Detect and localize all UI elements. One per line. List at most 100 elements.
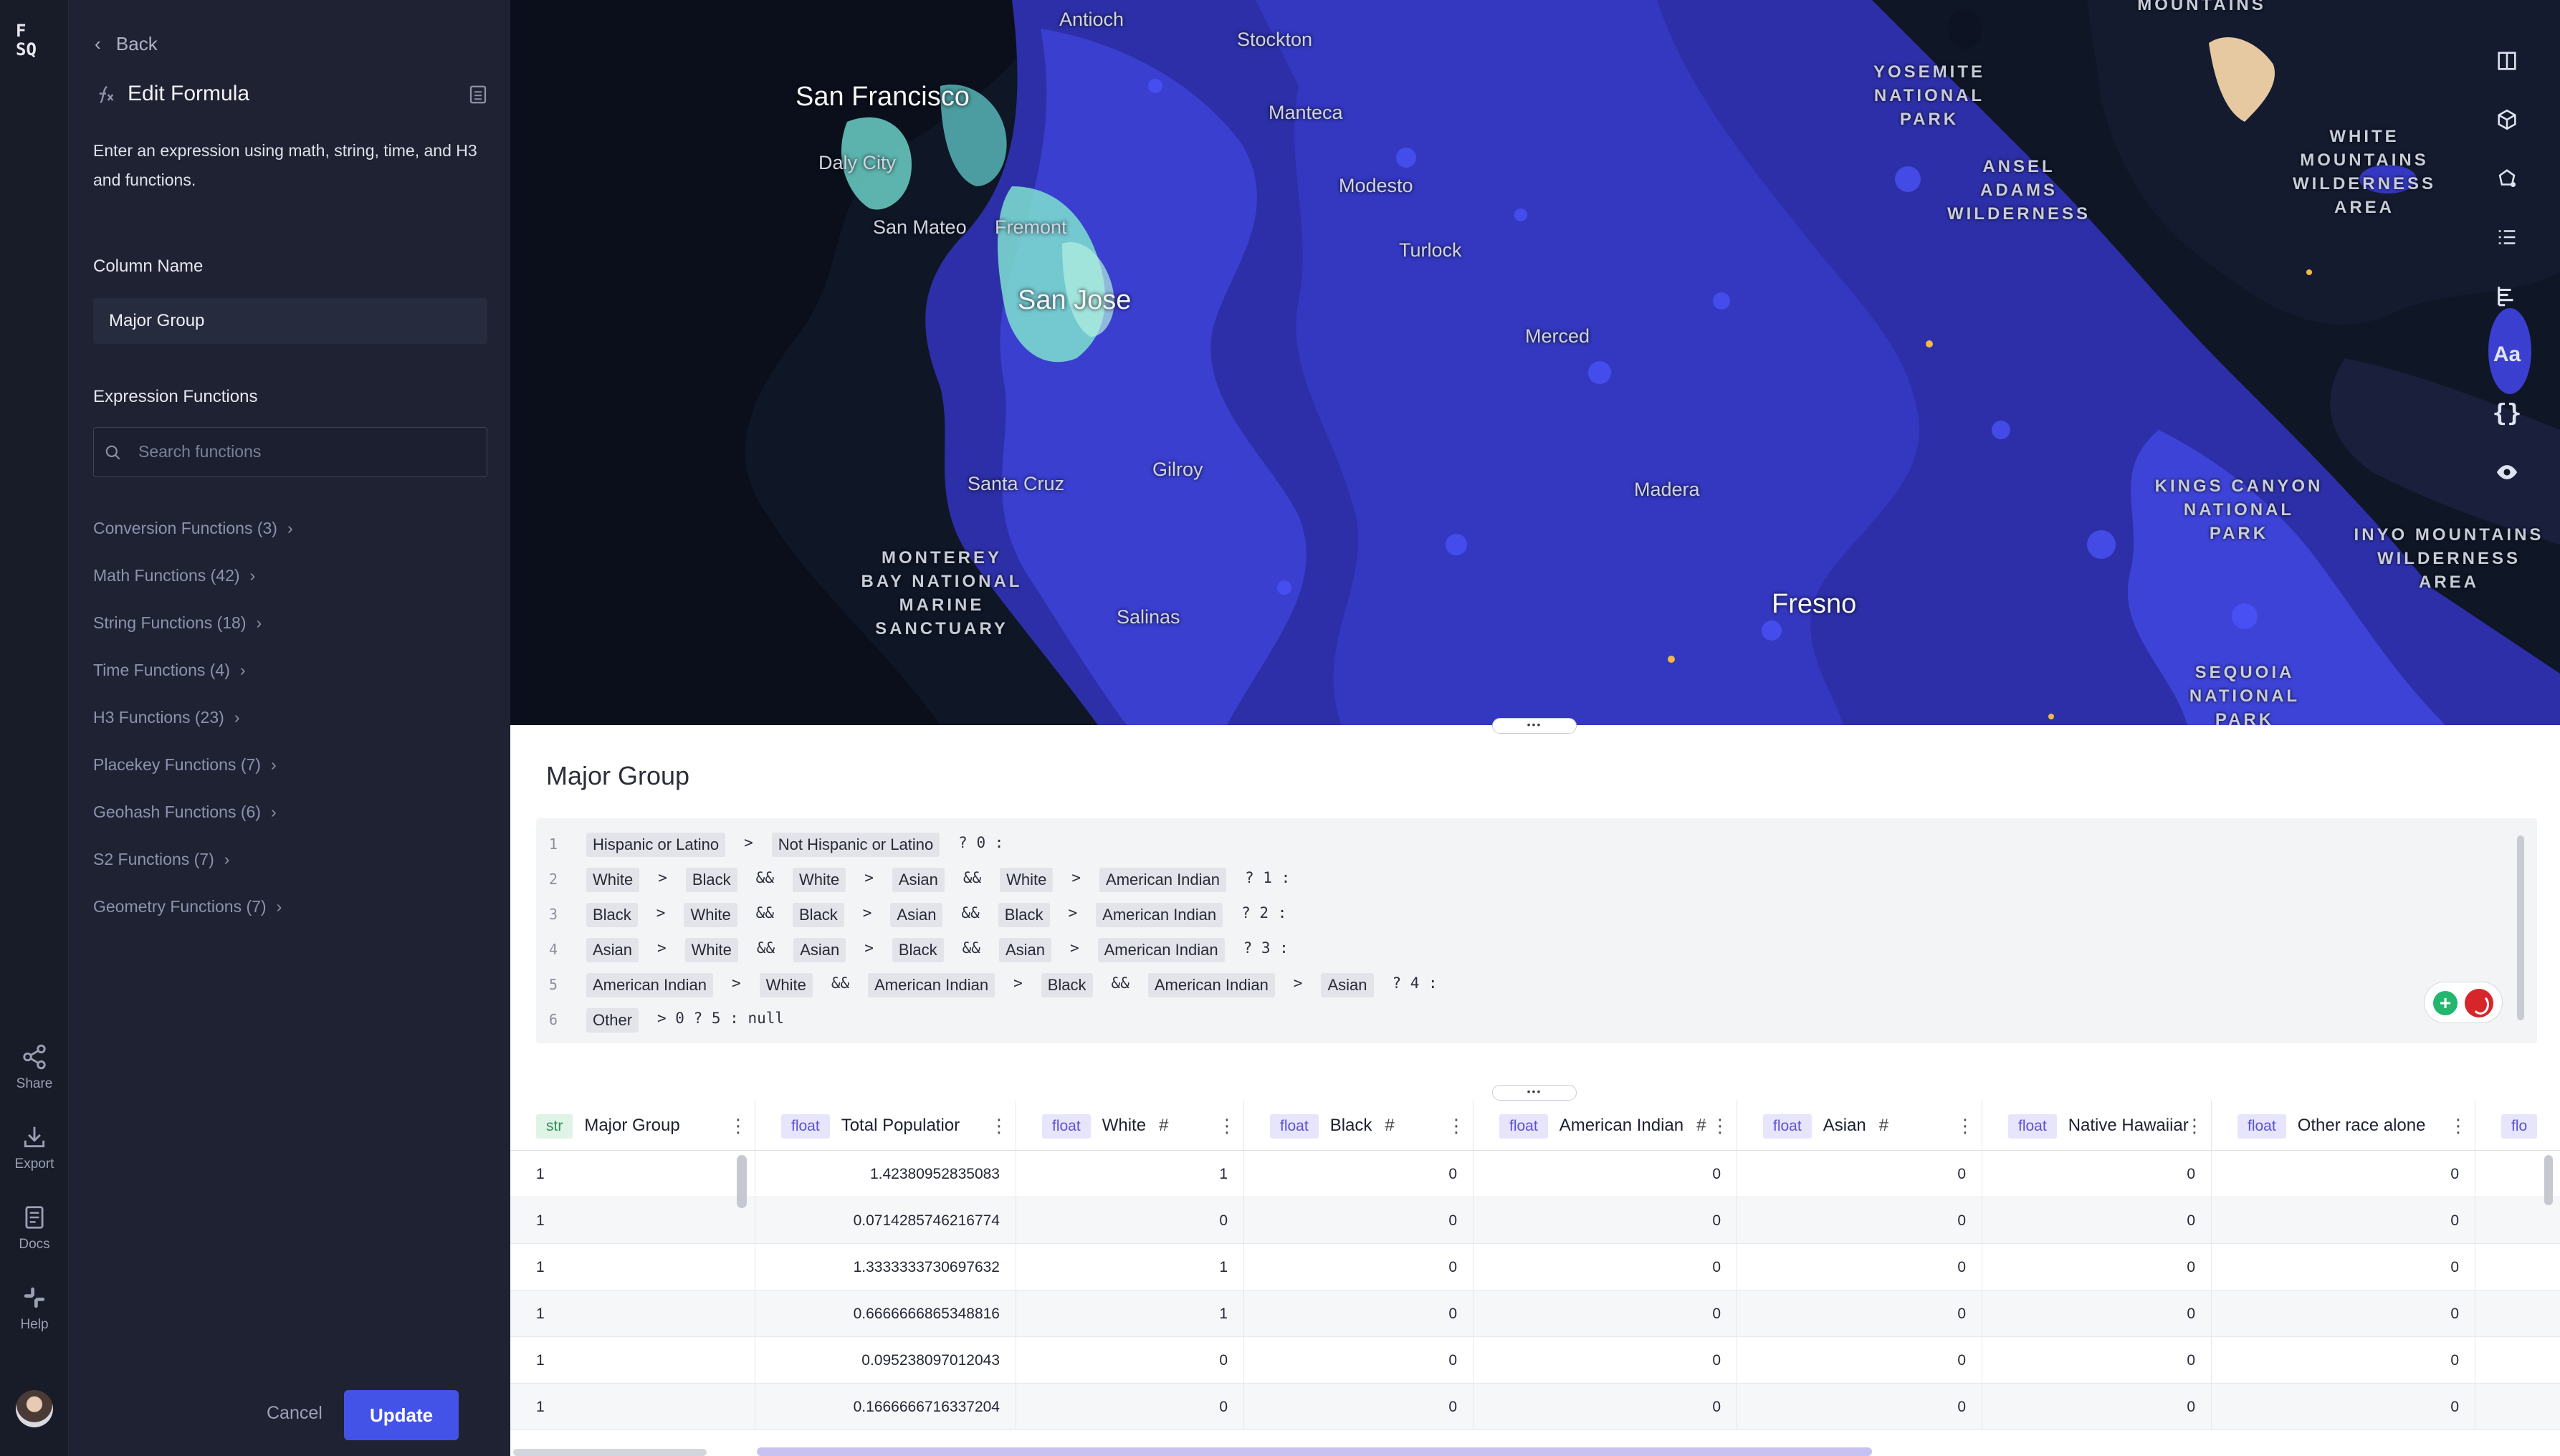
table-cell[interactable]: 1 <box>510 1337 755 1384</box>
cancel-button[interactable]: Cancel <box>267 1403 323 1424</box>
formula-code-editor[interactable]: 1 Hispanic or Latino > Not Hispanic or Lati… <box>536 818 2537 1043</box>
table-cell[interactable]: 0 <box>1737 1290 1982 1337</box>
table-horizontal-scrollbar-left[interactable] <box>513 1449 707 1456</box>
column-header[interactable]: str Major Group ⋮ <box>510 1101 755 1151</box>
column-reference-chip[interactable]: American Indian <box>1097 938 1225 962</box>
table-horizontal-scrollbar[interactable] <box>757 1447 1872 1456</box>
table-cell[interactable]: 0 <box>1982 1151 2212 1197</box>
map-view[interactable]: San Francisco San Jose Fresno Antioch St… <box>510 0 2560 725</box>
column-name-input[interactable]: Major Group <box>93 298 487 344</box>
column-reference-chip[interactable]: Black <box>1041 973 1093 997</box>
table-cell[interactable]: 0 <box>1737 1244 1982 1290</box>
table-cell[interactable]: 0 <box>1244 1151 1474 1197</box>
table-cell[interactable]: 0.095238097012043 <box>755 1337 1016 1384</box>
add-icon[interactable]: + <box>2433 991 2458 1015</box>
table-cell[interactable]: 0 <box>1474 1197 1737 1244</box>
table-cell[interactable]: 0 <box>1244 1384 1474 1430</box>
table-cell[interactable]: 0 <box>1016 1384 1244 1430</box>
table-cell[interactable]: 0 <box>1982 1244 2212 1290</box>
column-reference-chip[interactable]: White <box>586 868 640 892</box>
table-row[interactable]: 1 1.42380952835083 1 0 0 0 0 0 <box>510 1151 2560 1197</box>
code-line[interactable]: 4 Asian > White && Asian > Black && Asian > America… <box>536 934 2471 962</box>
table-cell[interactable]: 0.1666666716337204 <box>755 1384 1016 1430</box>
column-menu-icon[interactable]: ⋮ <box>2449 1101 2468 1151</box>
column-reference-chip[interactable]: Asian <box>892 868 945 892</box>
function-category[interactable]: S2 Functions (7) › <box>93 850 229 869</box>
function-category[interactable]: Math Functions (42) › <box>93 566 255 585</box>
column-header[interactable]: float Other race alone ⋮ <box>2212 1101 2475 1151</box>
column-header[interactable]: float Black # ⋮ <box>1244 1101 1474 1151</box>
table-row[interactable]: 1 0.0714285746216774 0 0 0 0 0 0 <box>510 1197 2560 1244</box>
function-category[interactable]: Time Functions (4) › <box>93 661 246 680</box>
table-row[interactable]: 1 0.095238097012043 0 0 0 0 0 0 <box>510 1337 2560 1384</box>
table-cell[interactable]: 1 <box>1016 1290 1244 1337</box>
user-avatar[interactable] <box>16 1390 53 1427</box>
code-line[interactable]: 2 White > Black && White > Asian && White > America… <box>536 863 2471 892</box>
table-cell[interactable]: 1 <box>510 1290 755 1337</box>
map-resize-handle[interactable]: ••• <box>1492 718 1577 734</box>
column-reference-chip[interactable]: Other <box>586 1008 639 1033</box>
table-cell[interactable]: 0 <box>2212 1337 2475 1384</box>
table-cell[interactable]: 0 <box>2212 1384 2475 1430</box>
table-cell[interactable]: 1 <box>510 1384 755 1430</box>
table-cell[interactable]: 0.6666666865348816 <box>755 1290 1016 1337</box>
column-menu-icon[interactable]: ⋮ <box>990 1101 1008 1151</box>
column-reference-chip[interactable]: Hispanic or Latino <box>586 833 726 857</box>
visibility-button[interactable] <box>2483 443 2531 502</box>
column-reference-chip[interactable]: Black <box>892 938 944 962</box>
table-cell[interactable]: 0 <box>1244 1290 1474 1337</box>
column-header[interactable]: float Total Populatior ⋮ <box>755 1101 1016 1151</box>
code-line[interactable]: 5 American Indian > White && American Indian >… <box>536 969 2471 997</box>
table-vertical-scrollbar-right[interactable] <box>2544 1155 2553 1205</box>
function-category[interactable]: Geohash Functions (6) › <box>93 803 277 822</box>
documentation-icon[interactable] <box>467 83 489 106</box>
table-cell[interactable]: 0 <box>1737 1151 1982 1197</box>
function-category[interactable]: Placekey Functions (7) › <box>93 755 277 775</box>
column-menu-icon[interactable]: ⋮ <box>729 1101 748 1151</box>
table-cell[interactable]: 0 <box>1244 1244 1474 1290</box>
column-menu-icon[interactable]: ⋮ <box>1711 1101 1729 1151</box>
function-category[interactable]: Geometry Functions (7) › <box>93 897 282 916</box>
layers-button[interactable] <box>2483 208 2531 267</box>
code-scrollbar[interactable] <box>2517 835 2524 1020</box>
table-vertical-scrollbar-left[interactable] <box>737 1155 747 1208</box>
column-header[interactable]: float Asian # ⋮ <box>1737 1101 1982 1151</box>
column-reference-chip[interactable]: Asian <box>793 938 846 962</box>
function-category[interactable]: String Functions (18) › <box>93 613 262 633</box>
table-cell[interactable]: 0 <box>1982 1290 2212 1337</box>
table-cell[interactable]: 0 <box>1474 1151 1737 1197</box>
docs-button[interactable]: Docs <box>0 1204 69 1253</box>
table-cell[interactable]: 1 <box>510 1197 755 1244</box>
table-cell[interactable]: 1.42380952835083 <box>755 1151 1016 1197</box>
legend-button[interactable] <box>2483 267 2531 325</box>
function-category[interactable]: Conversion Functions (3) › <box>93 519 293 538</box>
table-cell[interactable]: 1 <box>1016 1151 1244 1197</box>
column-menu-icon[interactable]: ⋮ <box>1218 1101 1236 1151</box>
column-reference-chip[interactable]: American Indian <box>1099 868 1227 892</box>
column-header[interactable]: float American Indian # ⋮ <box>1474 1101 1737 1151</box>
table-cell[interactable]: 0.0714285746216774 <box>755 1197 1016 1244</box>
table-cell[interactable]: 0 <box>1474 1290 1737 1337</box>
column-reference-chip[interactable]: Black <box>998 903 1050 927</box>
search-functions-input[interactable] <box>137 428 474 475</box>
column-menu-icon[interactable]: ⋮ <box>2185 1101 2204 1151</box>
code-line[interactable]: 3 Black > White && Black > Asian && Black > America… <box>536 899 2471 927</box>
column-reference-chip[interactable]: White <box>684 938 738 962</box>
column-header[interactable]: float White # ⋮ <box>1016 1101 1244 1151</box>
table-cell[interactable]: 0 <box>1474 1384 1737 1430</box>
table-cell[interactable]: 0 <box>2212 1290 2475 1337</box>
column-reference-chip[interactable]: American Indian <box>868 973 995 997</box>
code-line[interactable]: 6 Other > 0 ? 5 : null <box>536 1004 2471 1033</box>
column-reference-chip[interactable]: White <box>684 903 737 927</box>
table-cell[interactable]: 0 <box>1244 1337 1474 1384</box>
column-reference-chip[interactable]: Asian <box>998 938 1051 962</box>
column-menu-icon[interactable]: ⋮ <box>1956 1101 1974 1151</box>
column-header[interactable]: flo <box>2475 1101 2560 1151</box>
app-logo[interactable]: F SQ <box>16 21 56 59</box>
column-header[interactable]: float Native Hawaiiar ⋮ <box>1982 1101 2212 1151</box>
export-button[interactable]: Export <box>0 1124 69 1172</box>
table-cell[interactable]: 0 <box>1016 1337 1244 1384</box>
column-reference-chip[interactable]: American Indian <box>586 973 713 997</box>
column-reference-chip[interactable]: Asian <box>1321 973 1374 997</box>
table-resize-handle[interactable]: ••• <box>1492 1085 1577 1101</box>
